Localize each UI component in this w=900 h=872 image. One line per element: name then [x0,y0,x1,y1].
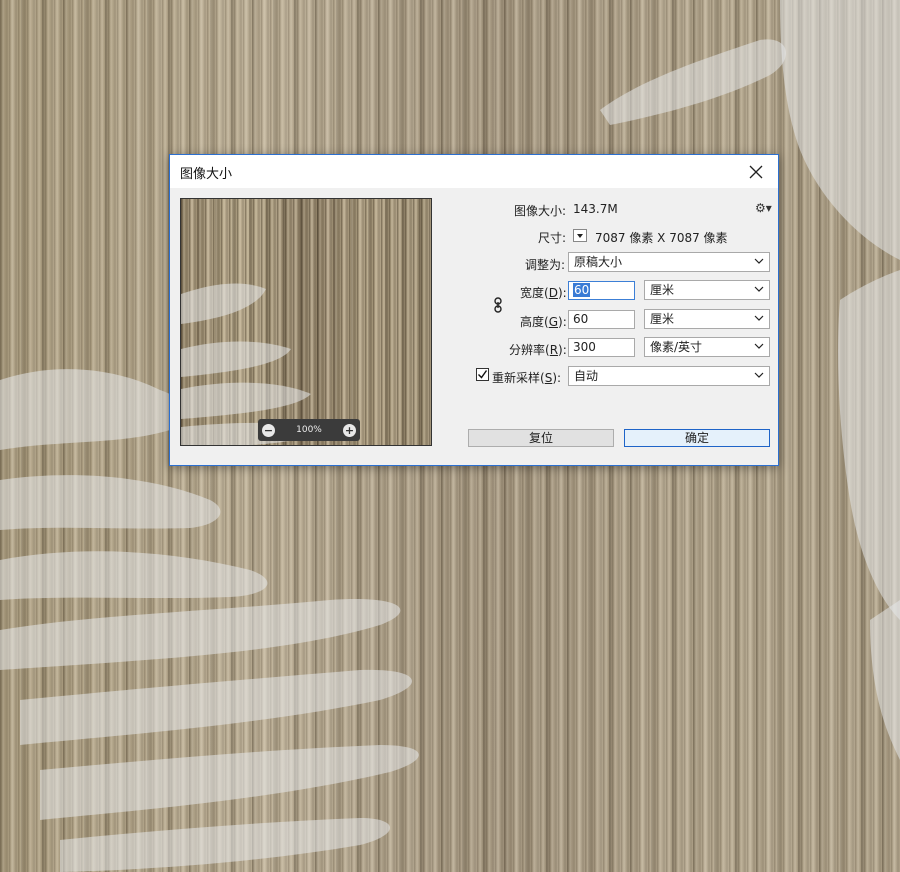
dialog-title: 图像大小 [180,167,233,182]
fit-to-dropdown[interactable]: 原稿大小 [568,252,770,272]
image-size-value: 143.7M [573,202,618,216]
resolution-value: 300 [573,340,596,354]
height-value: 60 [573,312,589,326]
dialog-titlebar[interactable]: 图像大小 [170,155,778,188]
height-unit-dropdown[interactable]: 厘米 [644,309,770,329]
resample-value: 自动 [574,369,599,383]
chevron-down-icon [754,372,764,378]
image-size-label: 图像大小: [514,204,567,218]
fit-to-value: 原稿大小 [574,255,623,269]
zoom-in-icon[interactable]: + [342,423,356,437]
height-shortcut-key: G [548,315,559,329]
zoom-level: 100% [296,425,322,435]
width-shortcut-key: D [548,286,558,300]
resample-dropdown[interactable]: 自动 [568,366,770,386]
resample-checkbox[interactable] [476,368,489,381]
image-size-dialog: 图像大小 − 100% + 图像大小: 143.7M ⚙▾ 尺寸: 7087 像… [169,154,779,466]
height-unit: 厘米 [650,312,675,326]
ok-button[interactable]: 确定 [624,429,770,447]
resample-shortcut-key: S [544,371,553,385]
resolution-field[interactable]: 300 [568,338,635,357]
width-label: 宽度(D): [520,286,567,300]
width-field[interactable]: 60 [568,281,635,300]
reset-button[interactable]: 复位 [468,429,614,447]
fit-to-label: 调整为: [525,258,566,272]
dimensions-label: 尺寸: [538,231,567,245]
resolution-shortcut-key: R [549,343,559,357]
resolution-unit: 像素/英寸 [650,340,703,354]
dimensions-unit-dropdown[interactable] [573,229,587,242]
preview-foliage [181,283,321,445]
width-unit-dropdown[interactable]: 厘米 [644,280,770,300]
close-icon [749,165,763,178]
chevron-down-icon [577,234,583,238]
width-unit: 厘米 [650,283,675,297]
height-field[interactable]: 60 [568,310,635,329]
link-icon[interactable] [493,297,503,313]
chevron-down-icon [754,258,764,264]
resolution-unit-dropdown[interactable]: 像素/英寸 [644,337,770,357]
image-preview[interactable]: − 100% + [180,198,432,446]
chevron-down-icon [754,286,764,292]
chevron-down-icon [754,343,764,349]
dimensions-value: 7087 像素 X 7087 像素 [595,231,728,245]
width-value: 60 [573,283,591,297]
resolution-label: 分辨率(R): [509,343,567,357]
resample-label: 重新采样(S): [492,371,562,385]
gear-icon[interactable]: ⚙▾ [755,201,772,215]
zoom-control: − 100% + [258,419,360,441]
height-label: 高度(G): [520,315,567,329]
zoom-out-icon[interactable]: − [262,423,275,437]
chevron-down-icon [754,315,764,321]
close-button[interactable] [734,155,778,188]
checkmark-icon [478,370,488,379]
